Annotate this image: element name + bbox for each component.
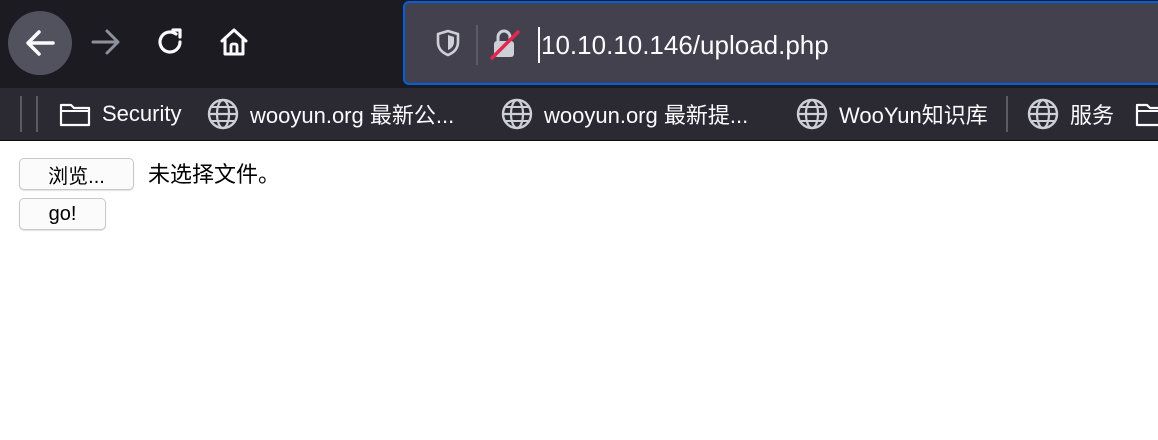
url-bar[interactable]: 10.10.10.146/upload.php [403, 1, 1158, 85]
shield-icon[interactable] [433, 28, 463, 58]
bookmark-security-folder[interactable]: Security [58, 94, 181, 134]
browser-chrome: 10.10.10.146/upload.php Security wooyun.… [0, 0, 1158, 141]
back-button[interactable] [8, 11, 72, 75]
bookmarks-separator [1006, 96, 1008, 132]
globe-icon [796, 98, 828, 130]
reload-button[interactable] [148, 20, 192, 64]
globe-icon [207, 98, 239, 130]
text-caret [538, 27, 540, 63]
bookmarks-toolbar: Security wooyun.org 最新公... wooyun.org 最新… [0, 88, 1158, 140]
bookmark-wooyun-latest-public[interactable]: wooyun.org 最新公... [206, 94, 454, 134]
url-text[interactable]: 10.10.10.146/upload.php [541, 27, 829, 63]
file-status-text: 未选择文件。 [148, 162, 281, 187]
folder-icon [59, 103, 91, 127]
bookmarks-separator [20, 96, 22, 132]
globe-icon [501, 98, 533, 130]
arrow-left-icon [26, 30, 55, 56]
bookmark-folder-overflow[interactable] [1134, 94, 1158, 134]
browse-file-button[interactable]: 浏览... [19, 158, 134, 190]
bookmark-label: Security [102, 101, 182, 126]
home-button[interactable] [212, 20, 256, 64]
submit-button[interactable]: go! [19, 198, 106, 230]
bookmark-wooyun-knowledge[interactable]: WooYun知识库 [795, 94, 988, 134]
arrow-right-icon [91, 29, 120, 55]
folder-icon [1135, 103, 1158, 127]
bookmark-services[interactable]: 服务 [1026, 94, 1114, 134]
forward-button[interactable] [84, 20, 128, 64]
bookmark-label: wooyun.org 最新提... [544, 103, 749, 128]
insecure-lock-icon[interactable] [489, 27, 521, 61]
bookmark-label: wooyun.org 最新公... [250, 103, 455, 128]
bookmark-label: WooYun知识库 [839, 103, 988, 128]
bookmark-wooyun-latest-submit[interactable]: wooyun.org 最新提... [500, 94, 748, 134]
reload-icon [158, 28, 182, 54]
page-content: 浏览... 未选择文件。 go! [0, 141, 1158, 440]
home-icon [220, 28, 248, 56]
navigation-toolbar: 10.10.10.146/upload.php [0, 0, 1158, 88]
url-divider [476, 25, 478, 65]
globe-icon [1027, 98, 1059, 130]
bookmarks-separator [36, 96, 38, 132]
bookmark-label: 服务 [1070, 103, 1115, 128]
